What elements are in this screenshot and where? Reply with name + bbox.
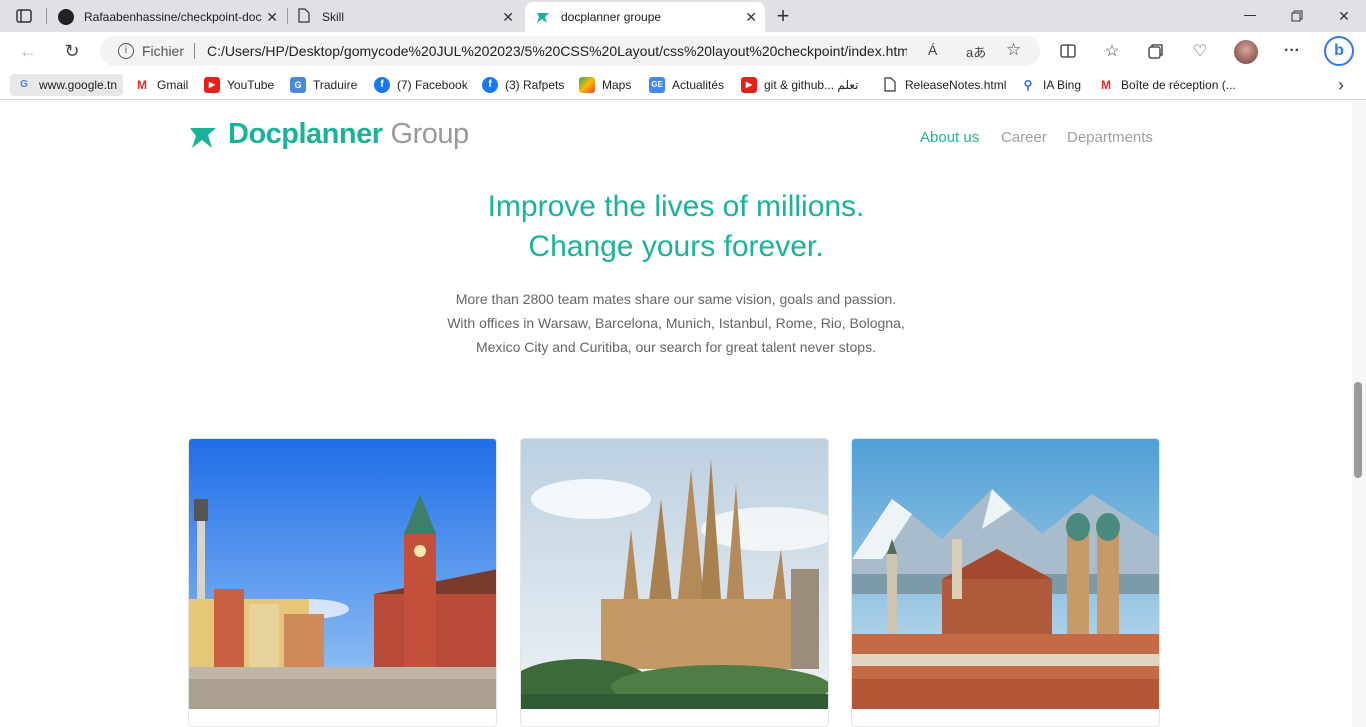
favorites-icon[interactable]: ☆: [1100, 40, 1124, 62]
youtube-icon: ▶: [741, 77, 757, 93]
bookmark-gmail[interactable]: M Gmail: [134, 74, 188, 96]
split-screen-icon[interactable]: [1056, 40, 1080, 62]
hero-heading: Improve the lives of millions. Change yo…: [0, 187, 1352, 267]
bookmark-label: Boîte de réception (...: [1121, 78, 1236, 92]
tab-title: Rafaabenhassine/checkpoint-doc: [84, 10, 262, 24]
minimize-icon[interactable]: [1238, 6, 1262, 26]
office-card-barcelona[interactable]: [520, 438, 829, 727]
hero-line-2: Change yours forever.: [528, 230, 824, 263]
bookmark-traduire[interactable]: G Traduire: [290, 74, 357, 96]
tab-title: docplanner groupe: [561, 10, 662, 24]
close-window-icon[interactable]: ✕: [1332, 6, 1356, 26]
collections-icon[interactable]: [1144, 40, 1168, 62]
bookmark-facebook[interactable]: f (7) Facebook: [374, 74, 468, 96]
bookmark-label: Gmail: [157, 78, 189, 92]
address-divider: [194, 43, 195, 59]
google-icon: G: [20, 79, 28, 90]
gmail-icon: M: [137, 78, 147, 92]
bookmark-rafpets[interactable]: f (3) Rafpets: [482, 74, 564, 96]
page-viewport: Docplanner Group About us Career Departm…: [0, 101, 1352, 727]
facebook-icon: f: [482, 77, 498, 93]
profile-avatar[interactable]: [1234, 40, 1258, 64]
intro-line-2: With offices in Warsaw, Barcelona, Munic…: [447, 315, 905, 331]
more-icon[interactable]: ···: [1280, 40, 1304, 62]
bookmark-google[interactable]: G www.google.tn: [10, 74, 124, 96]
bookmark-label: Maps: [602, 78, 632, 92]
restore-icon[interactable]: [1285, 6, 1309, 26]
bookmark-label: (7) Facebook: [397, 78, 468, 92]
office-card-warsaw[interactable]: [188, 438, 497, 727]
docplanner-logo-icon: [190, 128, 216, 148]
address-bar[interactable]: i Fichier C:/Users/HP/Desktop/gomycode%2…: [100, 36, 1040, 66]
intro-paragraph: More than 2800 team mates share our same…: [0, 287, 1352, 359]
bookmark-ia-bing[interactable]: ⚲ IA Bing: [1020, 74, 1081, 96]
docplanner-logo[interactable]: Docplanner Group: [188, 117, 469, 151]
url-text[interactable]: C:/Users/HP/Desktop/gomycode%20JUL%20202…: [207, 43, 907, 59]
address-prefix: Fichier: [142, 43, 185, 59]
intro-line-3: Mexico City and Curitiba, our search for…: [476, 339, 876, 355]
bookmark-maps[interactable]: Maps: [579, 74, 631, 96]
bookmark-label: git & github... تعلم: [764, 78, 859, 92]
bookmark-label: (3) Rafpets: [505, 78, 565, 92]
bookmark-label: IA Bing: [1043, 78, 1082, 92]
munich-frauenkirche-photo: [852, 439, 1159, 709]
news-icon: GE: [649, 77, 665, 93]
office-card-munich[interactable]: [851, 438, 1160, 727]
maps-icon: [579, 77, 595, 93]
chevron-right-icon[interactable]: ›: [1330, 74, 1352, 96]
bookmark-label: YouTube: [227, 78, 275, 92]
bookmarks-bar: G www.google.tn M Gmail ▶ YouTube G Trad…: [0, 70, 1366, 100]
bookmark-actualites[interactable]: GE Actualités: [649, 74, 724, 96]
close-icon[interactable]: ✕: [745, 9, 757, 26]
favorite-star-icon[interactable]: ☆: [1006, 40, 1021, 60]
youtube-icon: ▶: [204, 77, 220, 93]
bookmark-label: www.google.tn: [39, 78, 118, 92]
bookmark-boite-reception[interactable]: M Boîte de réception (...: [1098, 74, 1236, 96]
translate-icon: G: [290, 77, 306, 93]
bing-copilot-icon[interactable]: b: [1324, 36, 1354, 66]
github-icon: [58, 9, 74, 25]
new-tab-button[interactable]: +: [770, 3, 796, 29]
tab-separator: [46, 8, 47, 24]
toolbar: ← ↻ i Fichier C:/Users/HP/Desktop/gomyco…: [0, 32, 1366, 70]
docplanner-favicon-icon: [535, 8, 551, 27]
bookmark-youtube[interactable]: ▶ YouTube: [204, 74, 274, 96]
close-icon[interactable]: ✕: [266, 9, 278, 26]
file-icon: [882, 77, 898, 93]
tab-docplanner[interactable]: docplanner groupe ✕: [525, 2, 765, 32]
translate-icon[interactable]: aあ: [966, 42, 986, 61]
browser-essentials-icon[interactable]: ♡: [1188, 40, 1212, 62]
bookmark-label: Actualités: [672, 78, 725, 92]
logo-suffix: Group: [390, 117, 470, 150]
nav-career[interactable]: Career: [1001, 129, 1047, 146]
nav-about-us[interactable]: About us: [920, 129, 979, 146]
tab-separator: [287, 8, 288, 24]
tab-skill[interactable]: Skill ✕: [290, 2, 522, 32]
close-icon[interactable]: ✕: [502, 9, 514, 26]
info-icon: i: [118, 43, 134, 59]
hero-line-1: Improve the lives of millions.: [487, 190, 865, 223]
bookmark-label: ReleaseNotes.html: [905, 78, 1007, 92]
refresh-icon[interactable]: ↻: [60, 40, 84, 62]
tab-title: Skill: [322, 10, 345, 24]
gmail-icon: M: [1101, 78, 1111, 92]
barcelona-sagrada-familia-photo: [521, 439, 828, 709]
intro-line-1: More than 2800 team mates share our same…: [455, 291, 897, 307]
nav-departments[interactable]: Departments: [1067, 129, 1153, 146]
bing-search-icon: ⚲: [1023, 78, 1033, 92]
tab-github[interactable]: Rafaabenhassine/checkpoint-doc ✕: [50, 2, 286, 32]
scrollbar-thumb[interactable]: [1354, 382, 1362, 478]
tab-strip: Rafaabenhassine/checkpoint-doc ✕ Skill ✕…: [0, 0, 1366, 32]
warsaw-castle-square-photo: [189, 439, 496, 709]
bookmark-releasenotes[interactable]: ReleaseNotes.html: [882, 74, 1006, 96]
facebook-icon: f: [374, 77, 390, 93]
bookmark-git-github[interactable]: ▶ git & github... تعلم: [741, 74, 858, 96]
bookmark-label: Traduire: [313, 78, 358, 92]
tab-actions-icon[interactable]: [12, 6, 36, 26]
back-icon[interactable]: ←: [16, 40, 40, 62]
file-icon: [298, 8, 310, 26]
read-aloud-icon[interactable]: Á: [928, 42, 937, 58]
logo-brand: Docplanner: [228, 117, 383, 150]
